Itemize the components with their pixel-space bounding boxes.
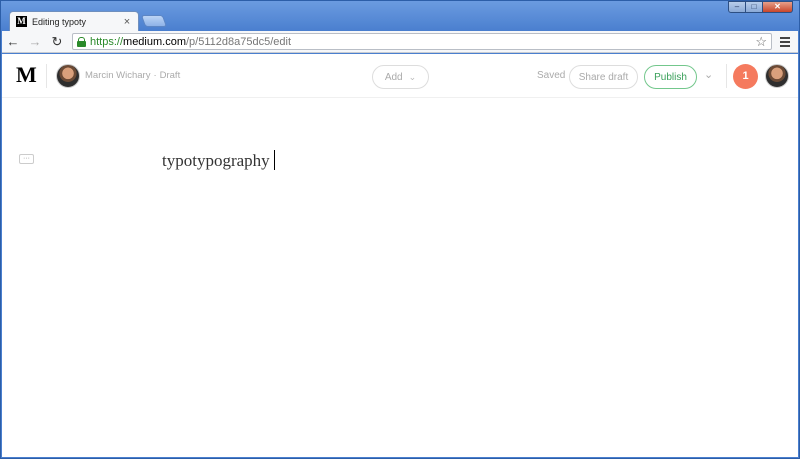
tab-close-icon[interactable]: ×	[122, 16, 132, 28]
title-bar: M Editing typoty × – □ ✕	[1, 1, 799, 31]
story-text: typotypography	[162, 151, 270, 170]
publish-button[interactable]: Publish	[644, 65, 697, 89]
draft-status: Draft	[159, 70, 181, 81]
new-tab-button[interactable]	[140, 15, 168, 27]
browser-tab[interactable]: M Editing typoty ×	[9, 11, 139, 31]
divider	[726, 64, 727, 88]
page-content: M Marcin Wichary · Draft Add ⌄ Saved Share…	[2, 54, 798, 457]
user-avatar[interactable]	[765, 64, 789, 88]
browser-menu-icon[interactable]	[780, 36, 790, 47]
text-caret	[273, 150, 275, 170]
separator: ·	[153, 70, 157, 81]
more-options-button[interactable]: ···	[19, 154, 34, 164]
bookmark-star-icon[interactable]: ☆	[755, 34, 767, 49]
chevron-down-icon: ⌄	[408, 71, 417, 82]
author-info: Marcin Wichary · Draft	[85, 70, 180, 81]
url-path: /p/5112d8a75dc5/edit	[186, 35, 291, 48]
editor-top-bar: M Marcin Wichary · Draft Add ⌄ Saved Share…	[2, 54, 798, 98]
url-text: https://medium.com/p/5112d8a75dc5/edit	[90, 36, 291, 48]
lock-icon[interactable]	[77, 36, 86, 47]
divider	[46, 64, 47, 88]
close-window-button[interactable]: ✕	[763, 1, 793, 13]
maximize-button[interactable]: □	[746, 1, 763, 13]
author-avatar[interactable]	[56, 64, 80, 88]
publish-options-chevron-icon[interactable]: ⌄	[704, 68, 713, 81]
story-editor[interactable]: typotypography	[162, 150, 275, 171]
reload-button[interactable]: ↻	[46, 34, 68, 50]
author-name[interactable]: Marcin Wichary	[85, 70, 150, 81]
share-draft-button[interactable]: Share draft	[569, 65, 638, 89]
address-bar[interactable]: https://medium.com/p/5112d8a75dc5/edit ☆	[72, 33, 772, 50]
minimize-button[interactable]: –	[728, 1, 746, 13]
window-controls: – □ ✕	[728, 1, 793, 13]
medium-favicon-icon: M	[16, 16, 27, 27]
notifications-badge[interactable]: 1	[733, 64, 758, 89]
medium-logo[interactable]: M	[16, 64, 37, 86]
forward-button[interactable]: →	[24, 34, 46, 49]
url-host: medium.com	[123, 35, 186, 48]
tab-title: Editing typoty	[32, 16, 87, 27]
browser-window: M Editing typoty × – □ ✕ ← → ↻ https://m…	[0, 0, 800, 459]
saved-status: Saved	[537, 70, 566, 81]
back-button[interactable]: ←	[2, 34, 24, 49]
add-label: Add	[384, 71, 403, 83]
browser-toolbar: ← → ↻ https://medium.com/p/5112d8a75dc5/…	[2, 31, 798, 53]
url-scheme: https://	[90, 35, 124, 48]
add-button[interactable]: Add ⌄	[372, 65, 429, 89]
